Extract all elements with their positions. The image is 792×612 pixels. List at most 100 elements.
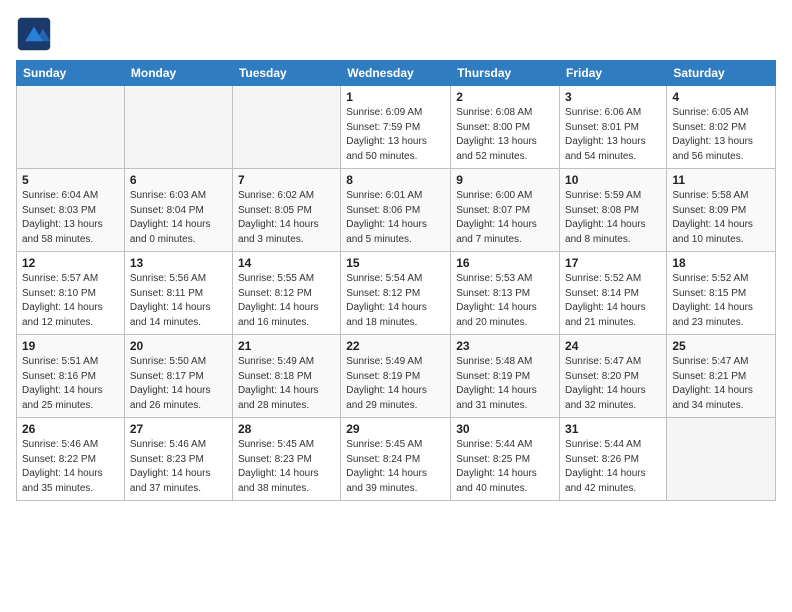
day-number: 13 [130, 256, 227, 270]
calendar-cell: 13 Sunrise: 5:56 AM Sunset: 8:11 PM Dayli… [124, 252, 232, 335]
day-info: Sunrise: 5:54 AM Sunset: 8:12 PM Dayligh… [346, 272, 445, 330]
calendar-cell [17, 86, 125, 169]
calendar-cell: 17Sunrise: 5:52 AM Sunset: 8:14 PM Dayli… [560, 252, 667, 335]
day-number: 8 [346, 173, 445, 187]
calendar-cell: 8Sunrise: 6:01 AM Sunset: 8:06 PM Daylig… [341, 169, 451, 252]
day-info: Sunrise: 5:47 AM Sunset: 8:21 PM Dayligh… [672, 355, 770, 413]
day-info: Sunrise: 5:47 AM Sunset: 8:20 PM Dayligh… [565, 355, 661, 413]
calendar-cell: 1 Sunrise: 6:09 AM Sunset: 7:59 PM Daylig… [341, 86, 451, 169]
calendar-cell: 6Sunrise: 6:03 AM Sunset: 8:04 PM Daylig… [124, 169, 232, 252]
calendar-cell: 31 Sunrise: 5:44 AM Sunset: 8:26 PM Dayli… [560, 418, 667, 501]
col-header-sunday: Sunday [17, 61, 125, 86]
day-info: Sunrise: 6:04 AM Sunset: 8:03 PM Dayligh… [22, 189, 119, 247]
col-header-monday: Monday [124, 61, 232, 86]
week-row-4: 19 Sunrise: 5:51 AM Sunset: 8:16 PM Dayli… [17, 335, 776, 418]
day-number: 21 [238, 339, 335, 353]
week-row-3: 12Sunrise: 5:57 AM Sunset: 8:10 PM Dayli… [17, 252, 776, 335]
day-info: Sunrise: 5:46 AM Sunset: 8:22 PM Dayligh… [22, 438, 119, 496]
day-info: Sunrise: 6:09 AM Sunset: 7:59 PM Dayligh… [346, 106, 445, 164]
day-number: 31 [565, 422, 661, 436]
calendar-cell: 24 Sunrise: 5:47 AM Sunset: 8:20 PM Dayli… [560, 335, 667, 418]
day-number: 11 [672, 173, 770, 187]
calendar-cell: 11 Sunrise: 5:58 AM Sunset: 8:09 PM Dayli… [667, 169, 776, 252]
day-number: 28 [238, 422, 335, 436]
calendar-cell: 5 Sunrise: 6:04 AM Sunset: 8:03 PM Daylig… [17, 169, 125, 252]
day-number: 29 [346, 422, 445, 436]
logo-icon [16, 16, 52, 52]
day-number: 3 [565, 90, 661, 104]
day-number: 25 [672, 339, 770, 353]
calendar-cell [124, 86, 232, 169]
week-row-1: 1 Sunrise: 6:09 AM Sunset: 7:59 PM Daylig… [17, 86, 776, 169]
calendar-cell: 2Sunrise: 6:08 AM Sunset: 8:00 PM Daylig… [451, 86, 560, 169]
calendar-cell: 20 Sunrise: 5:50 AM Sunset: 8:17 PM Dayli… [124, 335, 232, 418]
day-info: Sunrise: 5:49 AM Sunset: 8:19 PM Dayligh… [346, 355, 445, 413]
calendar-cell: 22 Sunrise: 5:49 AM Sunset: 8:19 PM Dayli… [341, 335, 451, 418]
day-number: 12 [22, 256, 119, 270]
day-info: Sunrise: 5:49 AM Sunset: 8:18 PM Dayligh… [238, 355, 335, 413]
calendar-cell: 23 Sunrise: 5:48 AM Sunset: 8:19 PM Dayli… [451, 335, 560, 418]
day-number: 4 [672, 90, 770, 104]
calendar-cell: 4 Sunrise: 6:05 AM Sunset: 8:02 PM Daylig… [667, 86, 776, 169]
calendar-cell: 15 Sunrise: 5:54 AM Sunset: 8:12 PM Dayli… [341, 252, 451, 335]
page-header [16, 16, 776, 52]
day-number: 23 [456, 339, 554, 353]
logo [16, 16, 56, 52]
calendar-cell: 9 Sunrise: 6:00 AM Sunset: 8:07 PM Daylig… [451, 169, 560, 252]
calendar-cell [232, 86, 340, 169]
day-number: 22 [346, 339, 445, 353]
day-number: 24 [565, 339, 661, 353]
calendar-cell: 10Sunrise: 5:59 AM Sunset: 8:08 PM Dayli… [560, 169, 667, 252]
day-info: Sunrise: 6:06 AM Sunset: 8:01 PM Dayligh… [565, 106, 661, 164]
calendar-cell: 14Sunrise: 5:55 AM Sunset: 8:12 PM Dayli… [232, 252, 340, 335]
day-number: 1 [346, 90, 445, 104]
day-number: 20 [130, 339, 227, 353]
day-info: Sunrise: 6:08 AM Sunset: 8:00 PM Dayligh… [456, 106, 554, 164]
day-info: Sunrise: 5:44 AM Sunset: 8:25 PM Dayligh… [456, 438, 554, 496]
calendar-cell: 16Sunrise: 5:53 AM Sunset: 8:13 PM Dayli… [451, 252, 560, 335]
day-info: Sunrise: 5:46 AM Sunset: 8:23 PM Dayligh… [130, 438, 227, 496]
day-info: Sunrise: 5:50 AM Sunset: 8:17 PM Dayligh… [130, 355, 227, 413]
calendar-cell: 19 Sunrise: 5:51 AM Sunset: 8:16 PM Dayli… [17, 335, 125, 418]
day-number: 19 [22, 339, 119, 353]
col-header-thursday: Thursday [451, 61, 560, 86]
day-number: 18 [672, 256, 770, 270]
calendar-cell: 30 Sunrise: 5:44 AM Sunset: 8:25 PM Dayli… [451, 418, 560, 501]
calendar-cell: 25 Sunrise: 5:47 AM Sunset: 8:21 PM Dayli… [667, 335, 776, 418]
day-info: Sunrise: 5:48 AM Sunset: 8:19 PM Dayligh… [456, 355, 554, 413]
day-info: Sunrise: 6:00 AM Sunset: 8:07 PM Dayligh… [456, 189, 554, 247]
calendar-cell: 21 Sunrise: 5:49 AM Sunset: 8:18 PM Dayli… [232, 335, 340, 418]
day-number: 30 [456, 422, 554, 436]
day-info: Sunrise: 5:56 AM Sunset: 8:11 PM Dayligh… [130, 272, 227, 330]
day-number: 27 [130, 422, 227, 436]
col-header-wednesday: Wednesday [341, 61, 451, 86]
day-info: Sunrise: 6:03 AM Sunset: 8:04 PM Dayligh… [130, 189, 227, 247]
day-info: Sunrise: 5:59 AM Sunset: 8:08 PM Dayligh… [565, 189, 661, 247]
header-row: SundayMondayTuesdayWednesdayThursdayFrid… [17, 61, 776, 86]
day-number: 9 [456, 173, 554, 187]
col-header-tuesday: Tuesday [232, 61, 340, 86]
day-info: Sunrise: 5:58 AM Sunset: 8:09 PM Dayligh… [672, 189, 770, 247]
day-info: Sunrise: 6:02 AM Sunset: 8:05 PM Dayligh… [238, 189, 335, 247]
col-header-saturday: Saturday [667, 61, 776, 86]
day-number: 5 [22, 173, 119, 187]
day-info: Sunrise: 6:05 AM Sunset: 8:02 PM Dayligh… [672, 106, 770, 164]
day-info: Sunrise: 5:45 AM Sunset: 8:24 PM Dayligh… [346, 438, 445, 496]
calendar-table: SundayMondayTuesdayWednesdayThursdayFrid… [16, 60, 776, 501]
week-row-2: 5 Sunrise: 6:04 AM Sunset: 8:03 PM Daylig… [17, 169, 776, 252]
day-info: Sunrise: 5:52 AM Sunset: 8:14 PM Dayligh… [565, 272, 661, 330]
week-row-5: 26Sunrise: 5:46 AM Sunset: 8:22 PM Dayli… [17, 418, 776, 501]
day-number: 15 [346, 256, 445, 270]
day-number: 14 [238, 256, 335, 270]
calendar-cell: 3 Sunrise: 6:06 AM Sunset: 8:01 PM Daylig… [560, 86, 667, 169]
calendar-cell: 18 Sunrise: 5:52 AM Sunset: 8:15 PM Dayli… [667, 252, 776, 335]
calendar-cell: 12Sunrise: 5:57 AM Sunset: 8:10 PM Dayli… [17, 252, 125, 335]
calendar-cell: 27 Sunrise: 5:46 AM Sunset: 8:23 PM Dayli… [124, 418, 232, 501]
day-info: Sunrise: 5:51 AM Sunset: 8:16 PM Dayligh… [22, 355, 119, 413]
day-info: Sunrise: 5:45 AM Sunset: 8:23 PM Dayligh… [238, 438, 335, 496]
calendar-cell: 7Sunrise: 6:02 AM Sunset: 8:05 PM Daylig… [232, 169, 340, 252]
day-info: Sunrise: 5:52 AM Sunset: 8:15 PM Dayligh… [672, 272, 770, 330]
calendar-cell [667, 418, 776, 501]
calendar-cell: 26Sunrise: 5:46 AM Sunset: 8:22 PM Dayli… [17, 418, 125, 501]
day-info: Sunrise: 5:44 AM Sunset: 8:26 PM Dayligh… [565, 438, 661, 496]
